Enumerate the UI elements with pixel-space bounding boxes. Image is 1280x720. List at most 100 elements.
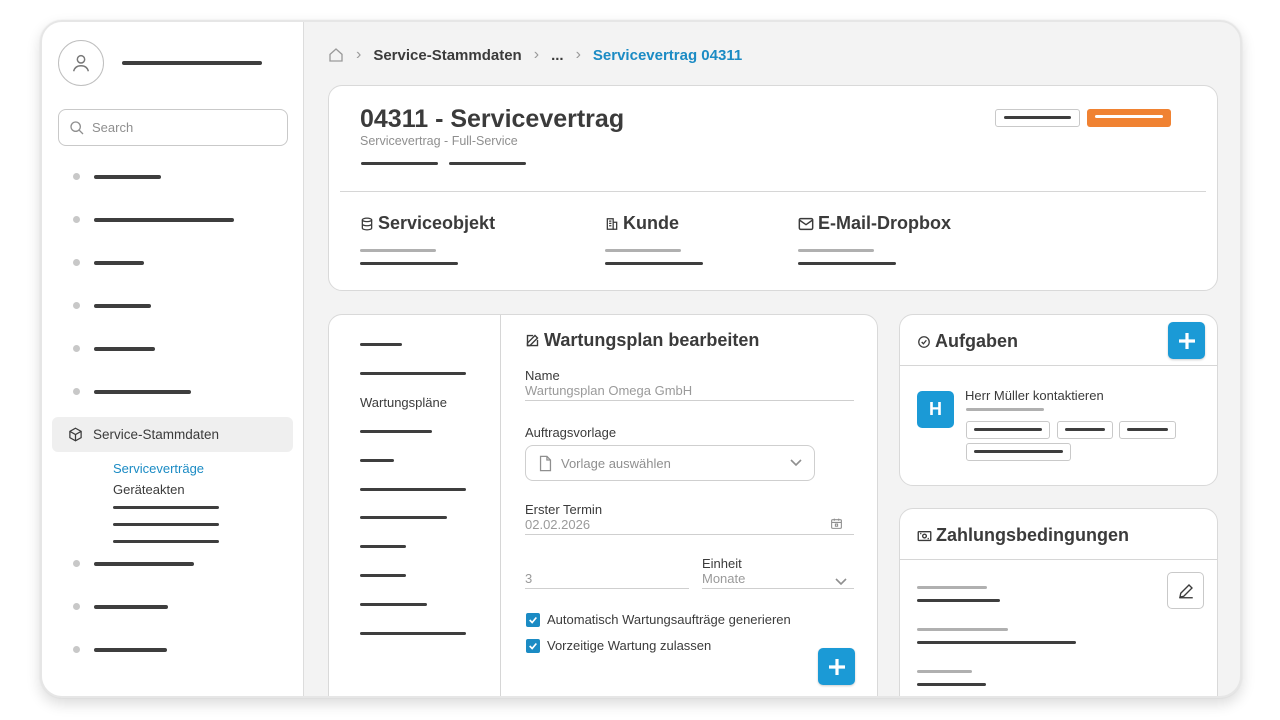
first-date-field[interactable]: 02.02.2026 [525, 517, 590, 532]
divider [900, 365, 1217, 366]
breadcrumb-item[interactable]: ... [551, 47, 564, 64]
plan-nav-item[interactable] [360, 488, 466, 491]
plus-icon [828, 658, 845, 675]
add-task-button[interactable] [1168, 322, 1205, 359]
add-plan-button[interactable] [818, 648, 855, 685]
interval-field[interactable]: 3 [525, 571, 532, 586]
checkmark-icon [529, 616, 537, 624]
meta-placeholder [449, 162, 526, 165]
early-maintenance-label[interactable]: Vorzeitige Wartung zulassen [547, 638, 711, 653]
task-tag[interactable] [1119, 421, 1176, 439]
placeholder [360, 262, 458, 265]
page-subtitle: Servicevertrag - Full-Service [360, 134, 518, 148]
payment-field-value [917, 599, 1000, 602]
plus-icon [1178, 332, 1195, 349]
task-tag[interactable] [966, 443, 1071, 461]
box-icon [69, 427, 82, 442]
calendar-icon[interactable] [830, 517, 843, 530]
sidebar-subitem-geraeteakten[interactable]: Geräteakten [113, 482, 185, 497]
home-icon[interactable] [328, 47, 344, 63]
task-meta [966, 408, 1044, 411]
auto-generate-label[interactable]: Automatisch Wartungsaufträge generieren [547, 612, 791, 627]
payment-field-label [917, 586, 987, 589]
plan-form-title: Wartungsplan bearbeiten [525, 330, 759, 351]
primary-action-button[interactable] [1087, 109, 1171, 127]
first-date-underline [525, 534, 854, 535]
section-label: Serviceobjekt [378, 213, 496, 233]
divider [500, 315, 501, 696]
chevron-right-icon: › [533, 46, 540, 63]
sidebar: Search Service-Stammdaten Serviceverträg… [42, 22, 304, 696]
placeholder [605, 249, 681, 252]
section-label: E-Mail-Dropbox [818, 213, 951, 233]
mail-icon [798, 217, 814, 230]
divider [340, 191, 1206, 192]
maintenance-plan-card: Wartungspläne Wartungsplan bearbeiten Na… [328, 314, 878, 696]
tasks-title-text: Aufgaben [935, 331, 1018, 351]
plan-nav-item[interactable] [360, 516, 447, 519]
chevron-right-icon: › [356, 46, 362, 63]
building-icon [606, 217, 618, 230]
section-kunde[interactable]: Kunde [605, 213, 679, 234]
search-input[interactable]: Search [58, 109, 288, 146]
tasks-card: Aufgaben H Herr Müller kontaktieren [899, 314, 1218, 486]
sidebar-subitem[interactable] [113, 540, 219, 543]
section-serviceobjekt[interactable]: Serviceobjekt [360, 213, 495, 234]
task-tag[interactable] [966, 421, 1050, 439]
plan-nav-item[interactable] [360, 603, 427, 606]
edit-icon [526, 334, 539, 347]
pencil-icon [1178, 583, 1193, 598]
payment-terms-card: Zahlungsbedingungen [899, 508, 1218, 696]
plan-form-title-text: Wartungsplan bearbeiten [544, 330, 760, 350]
chevron-down-icon[interactable] [835, 578, 847, 586]
payment-title-text: Zahlungsbedingungen [936, 525, 1129, 545]
payment-field-label [917, 670, 972, 673]
plan-nav-item[interactable] [360, 430, 432, 433]
search-icon [70, 120, 84, 134]
divider [900, 559, 1217, 560]
sidebar-subitem-servicevertraege[interactable]: Serviceverträge [113, 461, 204, 476]
chevron-down-icon [790, 459, 802, 467]
plan-nav-item-wartungsplaene[interactable]: Wartungspläne [360, 395, 447, 410]
check-circle-icon [918, 335, 930, 348]
plan-nav-item[interactable] [360, 459, 394, 462]
task-title[interactable]: Herr Müller kontaktieren [965, 388, 1104, 403]
breadcrumb-item[interactable]: Service-Stammdaten [373, 47, 521, 64]
unit-select[interactable]: Monate [702, 571, 745, 586]
page-title: 04311 - Servicevertrag [360, 105, 625, 133]
task-tag[interactable] [1057, 421, 1113, 439]
secondary-action-button[interactable] [995, 109, 1080, 127]
interval-underline [525, 588, 689, 589]
breadcrumb: › Service-Stammdaten › ... › Servicevert… [328, 46, 742, 64]
contract-header-card: 04311 - Servicevertrag Servicevertrag - … [328, 85, 1218, 291]
app-window: Search Service-Stammdaten Serviceverträg… [40, 20, 1242, 698]
section-label: Kunde [623, 213, 679, 233]
plan-nav-item[interactable] [360, 632, 466, 635]
plan-nav-item[interactable] [360, 574, 406, 577]
name-field-underline [525, 400, 854, 401]
task-avatar: H [917, 391, 954, 428]
user-avatar[interactable] [58, 40, 104, 86]
plan-nav-item[interactable] [360, 545, 406, 548]
plan-nav-item[interactable] [360, 343, 402, 346]
sidebar-item-service-stammdaten[interactable]: Service-Stammdaten [52, 417, 293, 452]
placeholder [798, 249, 874, 252]
edit-payment-button[interactable] [1167, 572, 1204, 609]
name-field[interactable]: Wartungsplan Omega GmbH [525, 383, 692, 398]
task-avatar-letter: H [929, 399, 942, 419]
plan-nav-item[interactable] [360, 372, 466, 375]
sidebar-subitem[interactable] [113, 523, 219, 526]
section-email-dropbox[interactable]: E-Mail-Dropbox [798, 213, 951, 234]
placeholder [360, 249, 436, 252]
sidebar-subitem[interactable] [113, 506, 219, 509]
chevron-right-icon: › [575, 46, 581, 63]
file-icon [539, 455, 552, 471]
template-placeholder: Vorlage auswählen [561, 455, 671, 471]
template-select[interactable]: Vorlage auswählen [525, 445, 815, 481]
payment-title: Zahlungsbedingungen [917, 525, 1129, 546]
placeholder [605, 262, 703, 265]
auto-generate-checkbox[interactable] [526, 613, 540, 627]
early-maintenance-checkbox[interactable] [526, 639, 540, 653]
template-label: Auftragsvorlage [525, 425, 617, 440]
payment-field-value [917, 641, 1076, 644]
